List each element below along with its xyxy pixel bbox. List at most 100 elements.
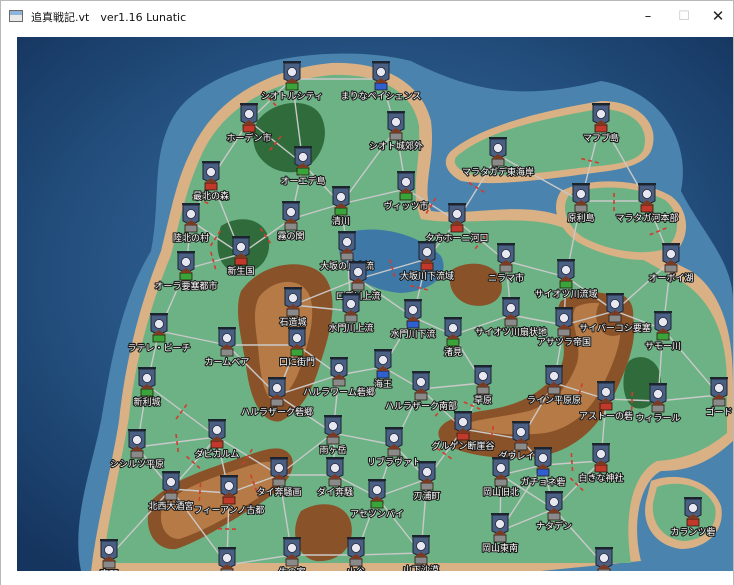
- town-building-icon: [272, 478, 286, 487]
- location-name-label: ニラマ市: [488, 272, 524, 284]
- town-building-icon: [446, 338, 460, 347]
- location-name-label: サイオツ川扇状地: [475, 326, 547, 338]
- town-building-icon: [376, 370, 390, 379]
- town-building-icon: [326, 436, 340, 445]
- skull-emblem-icon: [287, 543, 297, 553]
- skull-emblem-icon: [688, 503, 698, 513]
- skull-emblem-icon: [596, 449, 606, 459]
- town-building-icon: [504, 318, 518, 327]
- town-building-icon: [686, 518, 700, 527]
- window-left-border: [1, 31, 17, 571]
- town-building-icon: [456, 432, 470, 441]
- town-building-icon: [656, 332, 670, 341]
- skull-emblem-icon: [516, 427, 526, 437]
- map-viewport[interactable]: シオトルシティ まりなペイシェンス ホーデン市 シオト城郊外 マフブ島 マラタガデ東海岸オ…: [17, 37, 733, 571]
- town-building-icon: [140, 388, 154, 397]
- skull-emblem-icon: [506, 303, 516, 313]
- skull-emblem-icon: [328, 421, 338, 431]
- skull-emblem-icon: [132, 435, 142, 445]
- skull-emblem-icon: [336, 192, 346, 202]
- skull-emblem-icon: [576, 189, 586, 199]
- town-building-icon: [494, 478, 508, 487]
- skull-emblem-icon: [666, 249, 676, 259]
- skull-emblem-icon: [458, 417, 468, 427]
- skull-emblem-icon: [501, 249, 511, 259]
- skull-emblem-icon: [351, 543, 361, 553]
- town-building-icon: [204, 182, 218, 191]
- world-map[interactable]: シオトルシティ まりなペイシェンスホーデン市シオト城郊外 マフブ島マラタガデ東海岸オ…: [17, 37, 733, 571]
- skull-emblem-icon: [561, 265, 571, 275]
- skull-emblem-icon: [422, 467, 432, 477]
- location-name-label: 口に街門: [279, 356, 315, 368]
- town-building-icon: [547, 512, 561, 521]
- town-building-icon: [536, 468, 550, 477]
- town-building-icon: [152, 334, 166, 343]
- skull-emblem-icon: [287, 67, 297, 77]
- skull-emblem-icon: [416, 541, 426, 551]
- skull-emblem-icon: [142, 373, 152, 383]
- location-name-label: 水門川上流: [328, 322, 373, 334]
- town-building-icon: [242, 124, 256, 133]
- skull-emblem-icon: [104, 545, 114, 555]
- skull-emblem-icon: [334, 363, 344, 373]
- skull-emblem-icon: [292, 333, 302, 343]
- title-bar[interactable]: 追真戦記.vt ver1.16 Lunatic – ☐ ✕: [1, 1, 733, 31]
- town-building-icon: [334, 207, 348, 216]
- town-building-icon: [290, 348, 304, 357]
- location-name-label: オーエデ島: [280, 175, 325, 187]
- skull-emblem-icon: [330, 463, 340, 473]
- location-name-label: 原利島: [567, 212, 594, 224]
- location-name-label: 草原: [474, 394, 492, 406]
- close-button[interactable]: ✕: [701, 1, 734, 31]
- location-name-label: 大坂川下流域: [400, 270, 454, 282]
- location-name-label: フィーアンノ古都: [194, 504, 265, 516]
- town-building-icon: [340, 252, 354, 261]
- town-building-icon: [222, 496, 236, 505]
- skull-emblem-icon: [206, 167, 216, 177]
- town-building-icon: [179, 272, 193, 281]
- location-name-label: 最北の森: [193, 190, 229, 202]
- town-building-icon: [499, 264, 513, 273]
- town-building-icon: [594, 464, 608, 473]
- location-name-label: ラテレ・ビーチ: [127, 343, 190, 354]
- town-building-icon: [370, 500, 384, 509]
- skull-emblem-icon: [353, 267, 363, 277]
- skull-emblem-icon: [342, 237, 352, 247]
- town-building-icon: [374, 82, 388, 91]
- location-name-label: 岡山旧北: [483, 487, 519, 498]
- town-building-icon: [351, 282, 365, 291]
- location-name-label: ライン平原原: [527, 395, 581, 406]
- town-building-icon: [286, 308, 300, 317]
- maximize-button[interactable]: ☐: [667, 1, 701, 31]
- skull-emblem-icon: [495, 519, 505, 529]
- location-name-label: シシルツ平原: [110, 459, 164, 470]
- location-marker[interactable]: 山谷: [346, 537, 366, 571]
- location-name-label: マラタガデ東海岸: [462, 166, 534, 178]
- location-marker[interactable]: 南町: [99, 539, 119, 571]
- location-name-label: 石造城: [279, 316, 306, 328]
- location-name-label: 新生国: [227, 265, 254, 277]
- skull-emblem-icon: [244, 109, 254, 119]
- town-building-icon: [557, 328, 571, 337]
- town-building-icon: [493, 534, 507, 543]
- town-building-icon: [406, 320, 420, 329]
- skull-emblem-icon: [610, 299, 620, 309]
- territory-border-segment: [217, 527, 239, 531]
- town-building-icon: [344, 314, 358, 323]
- skull-emblem-icon: [236, 242, 246, 252]
- location-name-label: 水門川下流: [390, 328, 435, 340]
- town-building-icon: [608, 314, 622, 323]
- town-building-icon: [491, 158, 505, 167]
- location-name-label: カランツ砦: [670, 526, 715, 538]
- location-name-label: 雨ヶ岳: [319, 444, 346, 456]
- skull-emblem-icon: [274, 463, 284, 473]
- location-name-label: 刃浦町: [413, 490, 440, 502]
- minimize-button[interactable]: –: [631, 1, 665, 31]
- town-building-icon: [574, 204, 588, 213]
- town-building-icon: [164, 492, 178, 501]
- location-name-label: ダイ奔騒: [317, 486, 353, 498]
- town-building-icon: [210, 440, 224, 449]
- window-bottom-border: [1, 571, 733, 585]
- skull-emblem-icon: [448, 323, 458, 333]
- town-building-icon: [285, 558, 299, 567]
